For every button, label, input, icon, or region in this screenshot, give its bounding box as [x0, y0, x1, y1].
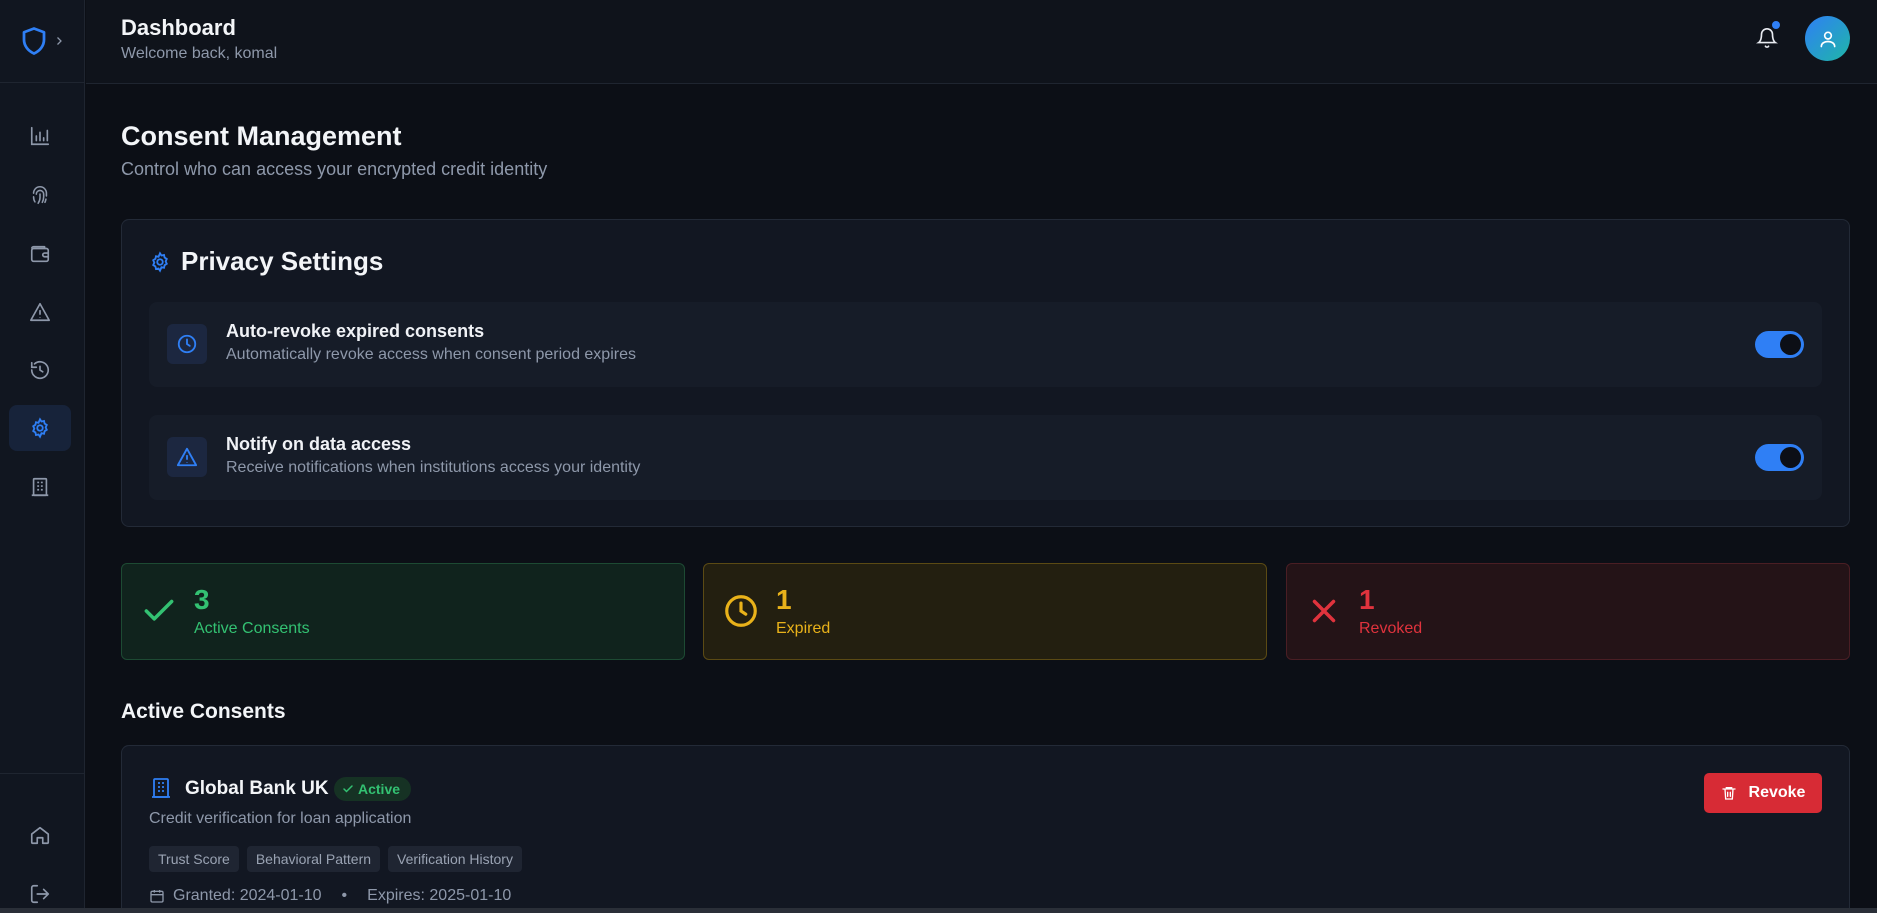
check-icon: [144, 599, 174, 621]
data-tag: Behavioral Pattern: [246, 846, 381, 872]
history-icon: [30, 361, 50, 380]
setting-icon-box: [167, 324, 207, 364]
alert-triangle-icon: [176, 447, 198, 467]
active-consents-heading: Active Consents: [121, 700, 286, 723]
setting-icon-box: [167, 437, 207, 477]
sidebar-item-wallet[interactable]: [9, 231, 71, 277]
shield-logo-icon: [22, 27, 46, 55]
consent-dates: Granted: 2024-01-10 • Expires: 2025-01-1…: [149, 887, 511, 905]
stat-active-consents: 3 Active Consents: [121, 563, 685, 660]
fingerprint-icon: [32, 185, 48, 205]
logout-icon: [30, 884, 50, 904]
top-header: Dashboard Welcome back, komal: [86, 0, 1877, 84]
setting-notify-access: Notify on data access Receive notificati…: [149, 415, 1822, 500]
status-badge: Active: [334, 777, 412, 801]
sidebar-item-logout[interactable]: [9, 871, 71, 913]
building-icon: [152, 778, 170, 798]
setting-description: Receive notifications when institutions …: [226, 459, 641, 476]
consent-purpose: Credit verification for loan application: [149, 810, 412, 827]
privacy-settings-heading: Privacy Settings: [149, 246, 383, 277]
data-tag: Verification History: [388, 846, 522, 872]
alert-triangle-icon: [30, 302, 50, 322]
building-icon: [31, 477, 49, 497]
sidebar-item-settings[interactable]: [9, 405, 71, 451]
sidebar-item-home[interactable]: [9, 812, 71, 858]
revoke-label: Revoke: [1748, 784, 1806, 801]
sidebar-item-institutions[interactable]: [9, 464, 71, 510]
setting-label: Auto-revoke expired consents: [226, 321, 485, 341]
data-tags: Trust Score Behavioral Pattern Verificat…: [149, 846, 522, 872]
avatar[interactable]: [1805, 16, 1850, 61]
sidebar-logo[interactable]: [0, 0, 84, 83]
sidebar-item-history[interactable]: [9, 347, 71, 393]
chevron-right-icon: [57, 37, 62, 45]
expires-date: Expires: 2025-01-10: [367, 887, 512, 904]
date-separator: •: [341, 887, 348, 904]
toggle-knob: [1780, 334, 1801, 355]
check-icon: [343, 785, 353, 793]
page-subtitle: Control who can access your encrypted cr…: [121, 159, 548, 179]
auto-revoke-toggle[interactable]: [1755, 331, 1804, 358]
stat-value: 1: [776, 584, 792, 615]
privacy-settings-card: Privacy Settings Auto-revoke expired con…: [121, 219, 1850, 527]
x-icon: [1312, 599, 1336, 623]
setting-description: Automatically revoke access when consent…: [226, 346, 636, 363]
stat-value: 1: [1359, 584, 1375, 615]
clock-icon: [725, 595, 757, 627]
sidebar-bottom: [0, 773, 85, 913]
sidebar-item-alerts[interactable]: [9, 289, 71, 335]
revoke-button[interactable]: Revoke: [1704, 773, 1822, 813]
sidebar: [0, 0, 85, 913]
setting-label: Notify on data access: [226, 434, 412, 454]
sidebar-item-analytics[interactable]: [9, 113, 71, 159]
clock-icon: [177, 334, 197, 354]
notification-dot: [1772, 21, 1780, 29]
header-title: Dashboard: [121, 15, 236, 40]
bar-chart-icon: [30, 126, 50, 146]
privacy-settings-title: Privacy Settings: [181, 246, 384, 276]
setting-auto-revoke: Auto-revoke expired consents Automatical…: [149, 302, 1822, 387]
home-icon: [30, 826, 50, 845]
consent-card: Global Bank UK Active Credit verificatio…: [121, 745, 1850, 913]
toggle-knob: [1780, 447, 1801, 468]
notify-access-toggle[interactable]: [1755, 444, 1804, 471]
granted-date: Granted: 2024-01-10: [173, 887, 322, 904]
calendar-icon: [150, 890, 164, 903]
data-tag: Trust Score: [149, 846, 239, 872]
stat-expired: 1 Expired: [703, 563, 1267, 660]
sidebar-item-identity[interactable]: [9, 172, 71, 218]
stat-revoked: 1 Revoked: [1286, 563, 1850, 660]
gear-icon: [152, 250, 168, 273]
stat-value: 3: [194, 584, 210, 615]
gear-icon: [32, 417, 48, 439]
trash-icon: [1721, 787, 1736, 800]
status-badge-label: Active: [358, 781, 401, 797]
bell-icon[interactable]: [1756, 27, 1778, 49]
stat-label: Active Consents: [194, 620, 310, 637]
stat-label: Expired: [776, 620, 831, 637]
page-title: Consent Management: [121, 121, 402, 151]
wallet-icon: [30, 245, 50, 263]
user-icon: [1820, 30, 1835, 47]
institution-name: Global Bank UK: [185, 778, 329, 799]
header-subtitle: Welcome back, komal: [121, 45, 278, 62]
horizontal-scrollbar[interactable]: [0, 908, 1877, 913]
stat-label: Revoked: [1359, 620, 1423, 637]
